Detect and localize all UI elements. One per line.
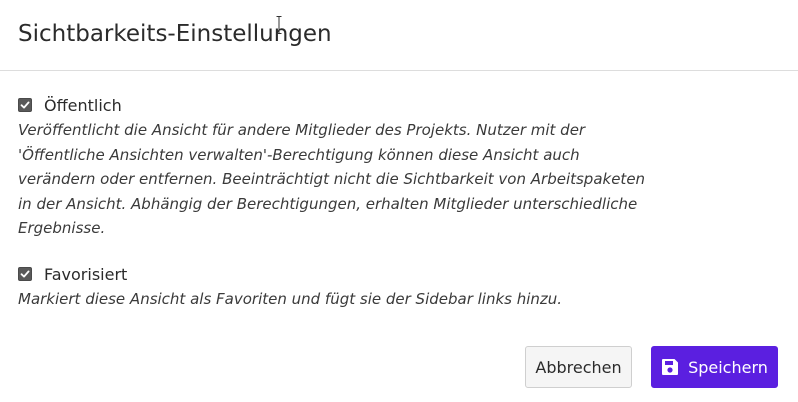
text-cursor-icon (276, 16, 282, 34)
public-description: Veröffentlicht die Ansicht für andere Mi… (18, 121, 646, 238)
public-label[interactable]: Öffentlich (44, 96, 122, 115)
checkmark-icon (20, 270, 30, 278)
save-button-label: Speichern (688, 357, 768, 377)
option-favorite-row: Favorisiert (18, 263, 658, 285)
favorite-checkbox[interactable] (18, 267, 32, 281)
favorite-label[interactable]: Favorisiert (44, 265, 127, 284)
option-public: Öffentlich Veröffentlicht die Ansicht fü… (18, 94, 658, 241)
cancel-button-label: Abbrechen (535, 357, 622, 377)
floppy-disk-icon (661, 358, 679, 376)
option-favorite: Favorisiert Markiert diese Ansicht als F… (18, 263, 658, 312)
checkmark-icon (20, 101, 30, 109)
save-button[interactable]: Speichern (651, 346, 778, 388)
option-public-row: Öffentlich (18, 94, 658, 116)
cancel-button[interactable]: Abbrechen (525, 346, 632, 388)
visibility-settings-dialog: Sichtbarkeits-Einstellungen Öffentlich V… (0, 0, 798, 402)
favorite-description: Markiert diese Ansicht als Favoriten und… (18, 290, 563, 308)
public-checkbox[interactable] (18, 98, 32, 112)
dialog-title: Sichtbarkeits-Einstellungen (18, 21, 332, 47)
dialog-header: Sichtbarkeits-Einstellungen (0, 0, 798, 71)
